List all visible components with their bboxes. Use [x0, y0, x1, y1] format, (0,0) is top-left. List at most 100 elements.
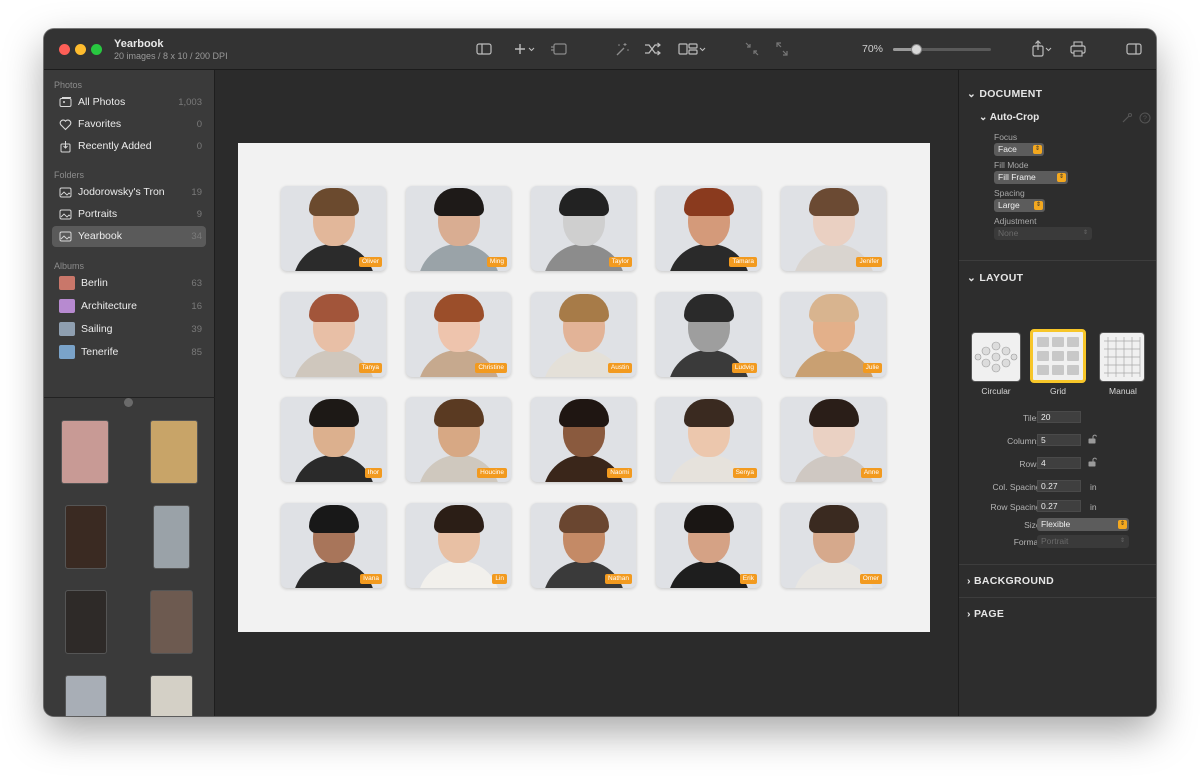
photo-thumbnail[interactable]: [150, 590, 193, 654]
share-icon[interactable]: [1031, 40, 1055, 58]
name-tag[interactable]: Ming: [486, 257, 507, 267]
sidebar-item-sailing[interactable]: Sailing 39: [52, 319, 206, 340]
photo-tile[interactable]: Austin: [531, 291, 636, 377]
name-tag[interactable]: Tanya: [358, 362, 382, 373]
focus-select[interactable]: Face ⇕: [994, 143, 1044, 156]
unlock-icon[interactable]: [1088, 434, 1097, 444]
name-tag[interactable]: Ihor: [364, 468, 382, 478]
autocrop-section-header[interactable]: ⌄ Auto-Crop: [979, 112, 1039, 123]
photo-tile[interactable]: Ihor: [281, 397, 386, 482]
name-tag[interactable]: Christine: [475, 362, 507, 373]
magic-wand-icon[interactable]: [614, 40, 630, 58]
sidebar-resize-handle[interactable]: [124, 398, 133, 407]
photo-tile[interactable]: Christine: [406, 291, 511, 377]
zoom-slider[interactable]: [893, 44, 991, 55]
name-tag[interactable]: Anne: [860, 468, 882, 478]
photo-thumbnail[interactable]: [61, 420, 109, 484]
name-tag[interactable]: Ludvig: [731, 362, 757, 373]
document-section-header[interactable]: ⌄ DOCUMENT: [967, 88, 1042, 100]
shuffle-icon[interactable]: [644, 40, 662, 58]
fill-mode-select[interactable]: Fill Frame ⇕: [994, 171, 1068, 184]
background-section-header[interactable]: › BACKGROUND: [967, 575, 1054, 587]
layout-menu-icon[interactable]: [678, 40, 708, 58]
photo-tile[interactable]: Senya: [656, 397, 761, 482]
sidebar-item-count: 39: [191, 324, 202, 335]
photo-thumbnail[interactable]: [150, 420, 198, 484]
sidebar-item-yearbook[interactable]: Yearbook 34: [52, 226, 206, 247]
photo-thumbnail[interactable]: [65, 675, 107, 716]
photo-tile[interactable]: Tamara: [656, 186, 761, 271]
photo-tile[interactable]: Lin: [406, 502, 511, 588]
page-section-header[interactable]: › PAGE: [967, 608, 1004, 620]
photo-tile[interactable]: Nathan: [531, 502, 636, 588]
photo-tile[interactable]: Ivana: [281, 502, 386, 588]
zoom-window-button[interactable]: [91, 44, 102, 55]
shrink-icon[interactable]: [744, 40, 760, 58]
photo-tile[interactable]: Houcine: [406, 397, 511, 482]
tiles-field[interactable]: 20: [1037, 411, 1081, 423]
add-chevron-icon[interactable]: [514, 40, 538, 58]
name-tag[interactable]: Senya: [732, 468, 757, 478]
name-tag[interactable]: Naomi: [607, 468, 632, 478]
sidebar-item-jodorowskys-tron[interactable]: Jodorowsky's Tron 19: [52, 182, 206, 203]
photo-thumbnail[interactable]: [65, 505, 107, 569]
close-window-button[interactable]: [59, 44, 70, 55]
photo-tile[interactable]: Ming: [406, 186, 511, 271]
sidebar-item-all-photos[interactable]: All Photos 1,003: [52, 92, 206, 113]
sidebar-item-berlin[interactable]: Berlin 63: [52, 273, 206, 294]
name-tag[interactable]: Houcine: [477, 468, 507, 478]
name-tag[interactable]: Ivana: [360, 573, 382, 584]
name-tag[interactable]: Austin: [607, 362, 632, 373]
name-tag[interactable]: Omer: [859, 573, 882, 584]
rows-field[interactable]: 4: [1037, 457, 1081, 469]
spacing-select[interactable]: Large ⇕: [994, 199, 1045, 212]
layout-section-header[interactable]: ⌄ LAYOUT: [967, 272, 1023, 284]
photo-thumbnail[interactable]: [153, 505, 190, 569]
inspector-toggle-icon[interactable]: [1125, 40, 1143, 58]
sidebar-item-tenerife[interactable]: Tenerife 85: [52, 342, 206, 363]
sidebar-item-favorites[interactable]: Favorites 0: [52, 114, 206, 135]
photo-tile[interactable]: Jenifer: [781, 186, 886, 271]
name-tag[interactable]: Oliver: [359, 257, 382, 267]
photo-tile[interactable]: Oliver: [281, 186, 386, 271]
help-icon[interactable]: ?: [1139, 112, 1151, 124]
row-spacing-field[interactable]: 0.27: [1037, 500, 1081, 512]
photo-tile[interactable]: Omer: [781, 502, 886, 588]
photo-thumbnail[interactable]: [65, 590, 107, 654]
zoom-slider-knob[interactable]: [910, 44, 922, 55]
photo-tile[interactable]: Naomi: [531, 397, 636, 482]
sidebar-item-architecture[interactable]: Architecture 16: [52, 296, 206, 317]
sidebar-toggle-icon[interactable]: [476, 40, 492, 58]
name-tag[interactable]: Tamara: [729, 257, 757, 267]
col-spacing-field[interactable]: 0.27: [1037, 480, 1081, 492]
print-icon[interactable]: [1069, 40, 1087, 58]
layout-grid-option[interactable]: [1030, 329, 1086, 383]
photo-tile[interactable]: Ludvig: [656, 291, 761, 377]
photo-tile[interactable]: Taylor: [531, 186, 636, 271]
size-select[interactable]: Flexible ⇕: [1037, 518, 1129, 531]
eyedropper-icon[interactable]: [1121, 112, 1133, 124]
minimize-window-button[interactable]: [75, 44, 86, 55]
name-tag[interactable]: Nathan: [605, 573, 632, 584]
yearbook-page[interactable]: Oliver Ming Taylor Tamara Jenifer Tanya Christ…: [238, 143, 930, 632]
photo-thumbnail[interactable]: [150, 675, 193, 716]
name-tag[interactable]: Taylor: [608, 257, 632, 267]
expand-icon[interactable]: [774, 40, 790, 58]
sidebar-item-recently-added[interactable]: Recently Added 0: [52, 136, 206, 157]
sidebar-item-portraits[interactable]: Portraits 9: [52, 204, 206, 225]
photo-tile[interactable]: Tanya: [281, 291, 386, 377]
insert-image-icon[interactable]: [550, 40, 568, 58]
name-tag[interactable]: Julie: [862, 362, 882, 373]
layout-manual-option[interactable]: [1099, 332, 1145, 382]
photo-tile[interactable]: Anne: [781, 397, 886, 482]
layout-circular-option[interactable]: [971, 332, 1021, 382]
layout-option-label: Circular: [981, 386, 1011, 396]
name-tag[interactable]: Lin: [492, 573, 507, 584]
photo-tile[interactable]: Erik: [656, 502, 761, 588]
name-tag[interactable]: Erik: [739, 573, 757, 584]
photo-tile[interactable]: Julie: [781, 291, 886, 377]
unlock-icon[interactable]: [1088, 457, 1097, 467]
photos-section-header: Photos: [54, 80, 83, 90]
columns-field[interactable]: 5: [1037, 434, 1081, 446]
name-tag[interactable]: Jenifer: [856, 257, 882, 267]
